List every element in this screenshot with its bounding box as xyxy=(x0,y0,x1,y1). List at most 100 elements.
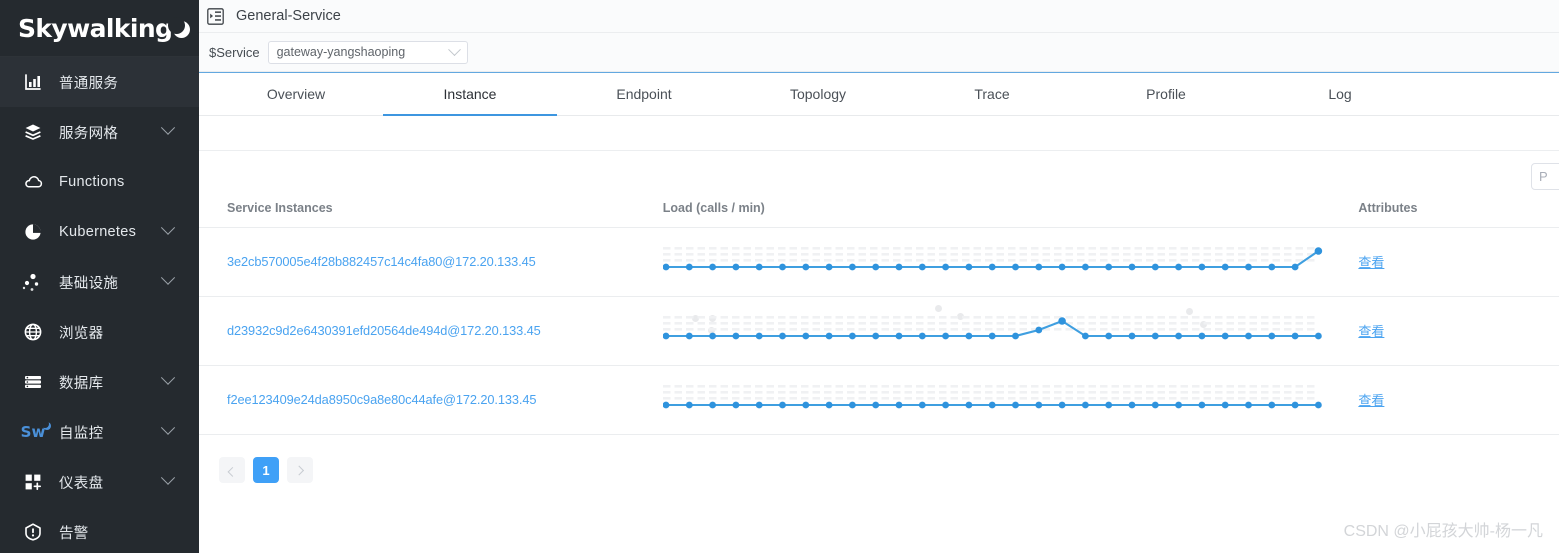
sidebar-item-label: 浏览器 xyxy=(59,325,104,342)
tab-list: Overview Instance Endpoint Topology Trac… xyxy=(199,73,1559,116)
view-attributes-link[interactable]: 查看 xyxy=(1358,393,1384,408)
cell-instance-name: f2ee123409e24da8950c9a8e80c44afe@172.20.… xyxy=(199,365,663,435)
tab-label: Instance xyxy=(443,86,497,102)
sparkline-chart-2 xyxy=(662,310,1323,352)
sparkline-svg xyxy=(662,383,1322,409)
tab-endpoint[interactable]: Endpoint xyxy=(557,73,731,115)
cell-attributes: 查看 xyxy=(1358,365,1559,435)
pagination-page-1[interactable]: 1 xyxy=(253,457,279,483)
tab-topology[interactable]: Topology xyxy=(731,73,905,115)
sidebar-logo[interactable]: Skywalking xyxy=(0,0,199,57)
sidebar-item-label: 普通服务 xyxy=(59,75,119,92)
view-attributes-link[interactable]: 查看 xyxy=(1358,324,1384,339)
sidebar-item-label: 基础设施 xyxy=(59,275,119,292)
cloud-icon xyxy=(22,171,44,193)
cell-attributes: 查看 xyxy=(1358,296,1559,366)
sidebar-item-functions[interactable]: Functions xyxy=(0,157,199,207)
logo-text: Skywalking xyxy=(18,14,191,43)
pagination-next-button[interactable] xyxy=(287,457,313,483)
tab-label: Endpoint xyxy=(616,86,672,102)
tab-trace[interactable]: Trace xyxy=(905,73,1079,115)
watermark: CSDN @小屁孩大帅-杨一凡 xyxy=(1343,523,1543,540)
cell-load-chart xyxy=(662,296,1359,366)
sidebar-item-label: 服务网格 xyxy=(59,125,119,142)
tab-label: Topology xyxy=(789,86,847,102)
pagination-prev-button[interactable] xyxy=(219,457,245,483)
sidebar-nav: 普通服务 服务网格 Functions Kubernetes 基础设施 浏览器 … xyxy=(0,57,199,553)
chevron-down-icon xyxy=(447,42,461,56)
layers-icon xyxy=(22,121,44,143)
cell-load-chart xyxy=(662,227,1359,334)
sidebar-item-dashboard[interactable]: 仪表盘 xyxy=(0,457,199,507)
chevron-down-icon xyxy=(160,220,176,235)
tab-instance[interactable]: Instance xyxy=(383,73,557,116)
cell-instance-name: 3e2cb570005e4f28b882457c14c4fa80@172.20.… xyxy=(199,227,663,297)
service-selector-label: $Service xyxy=(209,44,260,60)
sidebar-item-service-mesh[interactable]: 服务网格 xyxy=(0,107,199,157)
sparkline-svg xyxy=(662,314,1322,340)
tab-bar: Overview Instance Endpoint Topology Trac… xyxy=(199,72,1559,116)
tab-label: Profile xyxy=(1146,86,1186,102)
pie-chart-icon xyxy=(22,221,44,243)
service-select[interactable]: gateway-yangshaoping xyxy=(267,40,468,64)
column-header-service-instances: Service Instances xyxy=(199,201,663,228)
page-title: General-Service xyxy=(236,8,341,24)
tab-log[interactable]: Log xyxy=(1253,73,1427,115)
sidebar-item-general-service[interactable]: 普通服务 xyxy=(0,57,199,107)
instance-link[interactable]: f2ee123409e24da8950c9a8e80c44afe@172.20.… xyxy=(227,392,537,407)
skywalking-mark-icon: Sw xyxy=(21,420,52,443)
menu-collapse-icon[interactable] xyxy=(207,7,224,25)
table-row: d23932c9d2e6430391efd20564de494d@172.20.… xyxy=(199,296,1559,366)
instance-link[interactable]: d23932c9d2e6430391efd20564de494d@172.20.… xyxy=(227,323,541,338)
sidebar-item-browser[interactable]: 浏览器 xyxy=(0,307,199,357)
tab-label: Trace xyxy=(974,86,1010,102)
crescent-moon-icon xyxy=(41,420,52,430)
top-bar: General-Service xyxy=(199,0,1559,33)
sidebar-item-infrastructure[interactable]: 基础设施 xyxy=(0,257,199,307)
chevron-left-icon xyxy=(227,466,237,477)
view-attributes-link[interactable]: 查看 xyxy=(1358,255,1384,270)
sparkline-chart-1 xyxy=(662,241,1323,334)
globe-icon xyxy=(22,321,44,343)
sidebar: Skywalking 普通服务 服务网格 Functions Kubernete… xyxy=(0,0,199,553)
sidebar-item-label: Functions xyxy=(59,174,125,190)
table-body: 3e2cb570005e4f28b882457c14c4fa80@172.20.… xyxy=(199,227,1559,435)
sidebar-item-label: 自监控 xyxy=(59,425,104,442)
sparkline-svg xyxy=(662,245,1322,271)
tab-overview[interactable]: Overview xyxy=(209,73,383,115)
tab-profile[interactable]: Profile xyxy=(1079,73,1253,115)
chevron-down-icon xyxy=(160,470,176,485)
pagination: 1 xyxy=(199,435,1559,483)
database-icon xyxy=(22,371,44,393)
instance-link[interactable]: 3e2cb570005e4f28b882457c14c4fa80@172.20.… xyxy=(227,254,536,269)
sidebar-item-self-observability[interactable]: Sw 自监控 xyxy=(0,407,199,457)
sidebar-item-kubernetes[interactable]: Kubernetes xyxy=(0,207,199,257)
nodes-icon xyxy=(22,271,44,293)
instance-panel: P Service Instances Load (calls / min) A… xyxy=(199,116,1559,553)
sidebar-item-label: 仪表盘 xyxy=(59,475,104,492)
dashboard-add-icon xyxy=(22,471,44,493)
tab-label: Log xyxy=(1328,86,1352,102)
sparkline-chart-3 xyxy=(662,379,1323,421)
cell-attributes: 查看 xyxy=(1358,227,1559,297)
table-head: Service Instances Load (calls / min) Att… xyxy=(199,201,1559,228)
sidebar-item-label: 数据库 xyxy=(59,375,104,392)
sidebar-item-alarm[interactable]: 告警 xyxy=(0,507,199,553)
column-header-load: Load (calls / min) xyxy=(662,201,1359,228)
table-row: f2ee123409e24da8950c9a8e80c44afe@172.20.… xyxy=(199,365,1559,435)
page-size-label: P xyxy=(1539,169,1548,184)
service-selector-bar: $Service gateway-yangshaoping xyxy=(199,33,1559,72)
chevron-down-icon xyxy=(160,120,176,135)
app-root: Skywalking 普通服务 服务网格 Functions Kubernete… xyxy=(0,0,1559,553)
page-size-button[interactable]: P xyxy=(1531,163,1559,190)
service-select-value: gateway-yangshaoping xyxy=(276,45,406,59)
main-content: General-Service $Service gateway-yangsha… xyxy=(199,0,1559,553)
sw-text: Sw xyxy=(21,420,52,441)
chart-bar-icon xyxy=(22,71,44,93)
instance-table: Service Instances Load (calls / min) Att… xyxy=(199,201,1559,435)
table-header-row: Service Instances Load (calls / min) Att… xyxy=(199,201,1559,228)
chevron-down-icon xyxy=(160,370,176,385)
alert-icon xyxy=(22,521,44,543)
sidebar-item-label: 告警 xyxy=(59,525,89,542)
sidebar-item-database[interactable]: 数据库 xyxy=(0,357,199,407)
